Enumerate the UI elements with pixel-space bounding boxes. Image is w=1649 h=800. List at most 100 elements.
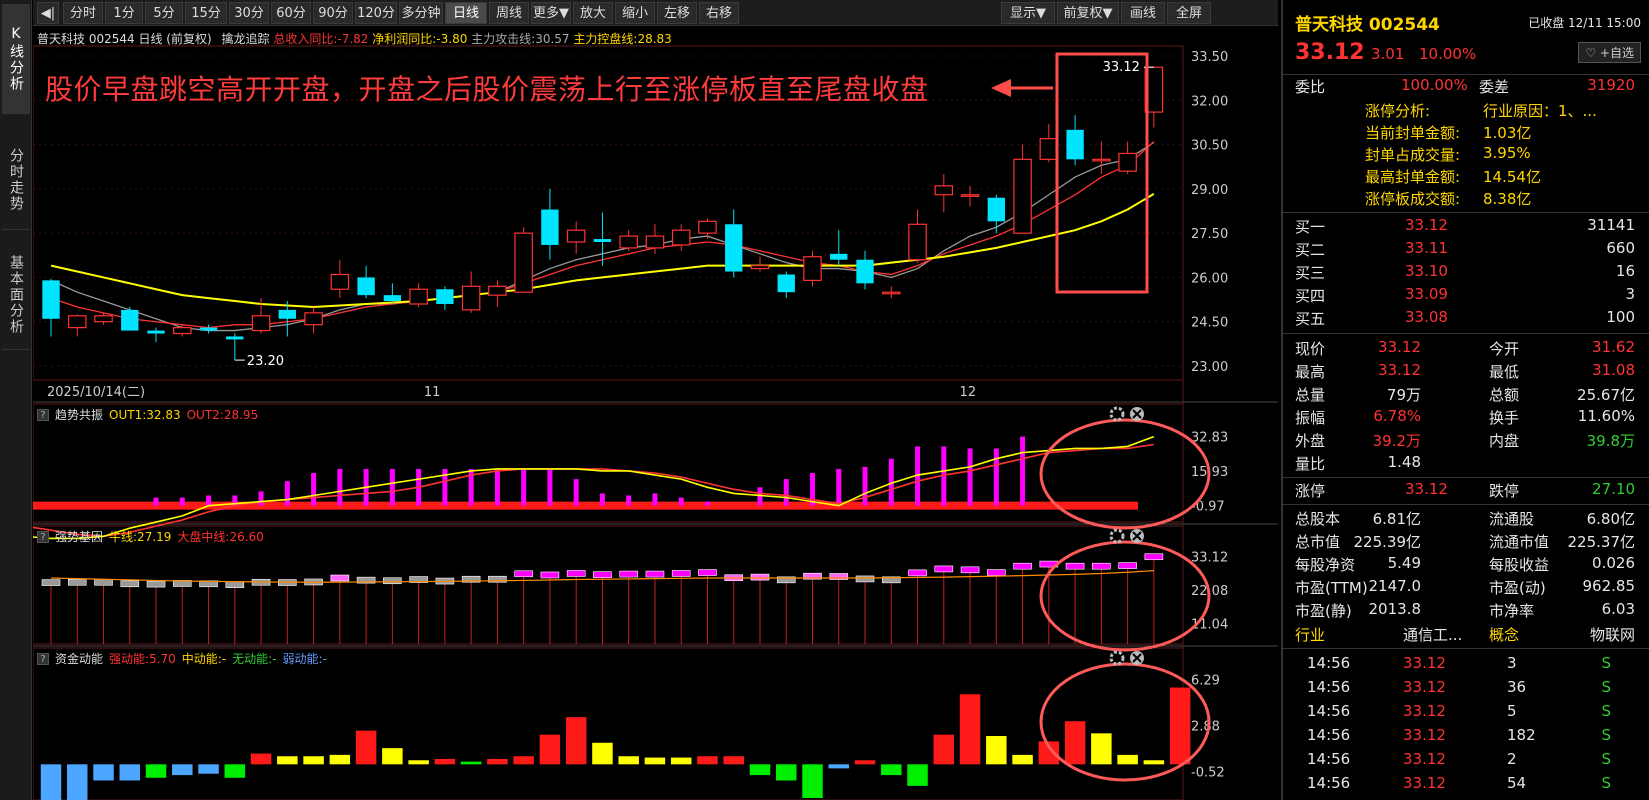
- concept-value[interactable]: 物联网: [1590, 624, 1635, 645]
- gene-block: [1144, 553, 1164, 561]
- toolbar-item-1[interactable]: 1分: [105, 2, 143, 24]
- toolbar-item-8[interactable]: 多分钟: [399, 2, 443, 24]
- sub2-y-tick: 33.12: [1191, 551, 1228, 566]
- candle-body: [514, 232, 533, 293]
- help-icon[interactable]: ?: [37, 408, 49, 421]
- toolbar-item-12[interactable]: 放大: [573, 2, 613, 24]
- draw-button[interactable]: 画线: [1121, 2, 1165, 24]
- toolbar-item-9[interactable]: 日线: [445, 2, 487, 24]
- tab-fundamental[interactable]: 基本面分析: [2, 240, 30, 350]
- highlight-box: [1055, 52, 1149, 294]
- add-watchlist-button[interactable]: ♡ +自选: [1578, 42, 1641, 63]
- tab-intraday[interactable]: 分时走势: [2, 130, 30, 230]
- candle-body: [830, 253, 848, 260]
- stock-tag: 普天科技 002544 日线: [37, 32, 163, 46]
- bid-price: 33.10: [1405, 262, 1448, 280]
- candle-body: [1118, 152, 1137, 172]
- gear-icon[interactable]: [1109, 528, 1125, 544]
- gear-icon[interactable]: [1109, 406, 1125, 422]
- sub2-title: 强势基因: [55, 530, 104, 544]
- gene-block: [566, 570, 586, 577]
- revenue-yoy: 总收入同比:-7.82: [273, 32, 369, 46]
- sub1-out1: OUT1:32.83: [109, 407, 181, 422]
- toolbar-item-11[interactable]: 更多▼: [531, 2, 571, 24]
- trend-bar: [337, 468, 343, 506]
- toolbar-item-7[interactable]: 120分: [355, 2, 397, 24]
- energy-bar: [513, 756, 534, 765]
- gene-block: [330, 574, 350, 582]
- energy-bar: [959, 694, 981, 765]
- toolbar-item-6[interactable]: 90分: [313, 2, 353, 24]
- fund-label: 总股本: [1295, 510, 1341, 528]
- fund-label: 流通市值: [1489, 533, 1550, 551]
- candle-body: [619, 235, 638, 249]
- fullscreen-button[interactable]: 全屏: [1167, 2, 1211, 24]
- y-tick-label: 27.50: [1191, 227, 1228, 242]
- fund-value: 962.85: [1582, 577, 1636, 595]
- adjust-menu-button[interactable]: 前复权▼: [1057, 2, 1119, 24]
- industry-value[interactable]: 通信工...: [1403, 624, 1462, 645]
- profit-yoy: 净利润同比:-3.80: [372, 32, 468, 46]
- gear-icon[interactable]: [1109, 650, 1125, 666]
- fund-value: 225.39亿: [1353, 533, 1422, 551]
- sub3-mid: 中动能:-: [181, 652, 227, 666]
- trend-bar: [573, 479, 579, 506]
- fund-value: 6.03: [1601, 600, 1635, 618]
- gene-block: [540, 571, 560, 579]
- quote-value: 33.12: [1378, 361, 1421, 379]
- indicator-name[interactable]: 擒龙追踪: [221, 32, 269, 46]
- limit-up-label: 涨停: [1295, 482, 1326, 500]
- gene-block: [908, 569, 927, 577]
- candle-body: [173, 327, 192, 335]
- candle-body: [226, 336, 244, 340]
- tick-volume: 2: [1507, 750, 1517, 768]
- energy-bar: [93, 764, 114, 781]
- toolbar-item-14[interactable]: 左移: [657, 2, 697, 24]
- weibi-label: 委比: [1295, 78, 1326, 96]
- tab-kline-analysis[interactable]: K线分析: [2, 4, 30, 114]
- tick-price: 33.12: [1403, 702, 1446, 720]
- help-icon[interactable]: ?: [37, 652, 49, 665]
- candle-body: [1039, 138, 1059, 160]
- candle-body: [671, 229, 691, 246]
- x-tick-label: 11: [424, 385, 441, 400]
- candle-body: [960, 194, 980, 197]
- toolbar-item-13[interactable]: 缩小: [615, 2, 655, 24]
- gene-block: [698, 569, 717, 576]
- collapse-button[interactable]: ◀|: [37, 2, 59, 24]
- tick-time: 14:56: [1307, 678, 1351, 696]
- toolbar-item-10[interactable]: 周线: [489, 2, 529, 24]
- quote-label: 内盘: [1489, 432, 1520, 450]
- help-icon[interactable]: ?: [37, 530, 49, 543]
- zt-value: 1.03亿: [1483, 124, 1532, 142]
- candle-body: [147, 330, 165, 334]
- toolbar-item-15[interactable]: 右移: [699, 2, 739, 24]
- tick-row: 14:56 33.12 5 S: [1283, 702, 1649, 725]
- toolbar-item-0[interactable]: 分时: [63, 2, 103, 24]
- toolbar-item-4[interactable]: 30分: [229, 2, 269, 24]
- quote-value: 31.62: [1592, 338, 1635, 356]
- energy-bar: [802, 764, 823, 798]
- gene-block: [645, 570, 665, 578]
- zt-key: 最高封单金额:: [1365, 168, 1461, 186]
- display-menu-button[interactable]: 显示▼: [1001, 2, 1055, 24]
- quote-title-row: 普天科技 002544 已收盘 12/11 15:00: [1283, 10, 1649, 36]
- y-tick-label: 23.00: [1191, 360, 1228, 375]
- zt-value: 8.38亿: [1483, 190, 1532, 208]
- fund-value: 2147.0: [1368, 577, 1422, 595]
- period-toolbar: ◀| 分时 1分 5分 15分 30分 60分 90分 120分 多分钟 日线 周线 更多▼ 放大 缩小左…: [33, 0, 1278, 26]
- toolbar-item-3[interactable]: 15分: [185, 2, 227, 24]
- toolbar-item-2[interactable]: 5分: [145, 2, 183, 24]
- toolbar-item-5[interactable]: 60分: [271, 2, 311, 24]
- trend-bar: [678, 497, 684, 506]
- fundamental-row: 市盈(静) 2013.8 市净率 6.03: [1283, 600, 1649, 623]
- quote-row: 量比 1.48: [1283, 453, 1649, 476]
- weibi-row: 委比 100.00% 委差 31920: [1283, 76, 1649, 99]
- trend-bar: [1020, 436, 1026, 506]
- energy-bar: [828, 764, 850, 769]
- quote-row: 振幅 6.78% 换手 11.60%: [1283, 407, 1649, 430]
- trend-bar: [153, 497, 159, 506]
- zt-row: 涨停板成交额: 8.38亿: [1283, 188, 1649, 211]
- energy-bar: [749, 764, 771, 776]
- limit-row: 涨停 33.12 跌停 27.10: [1283, 480, 1649, 503]
